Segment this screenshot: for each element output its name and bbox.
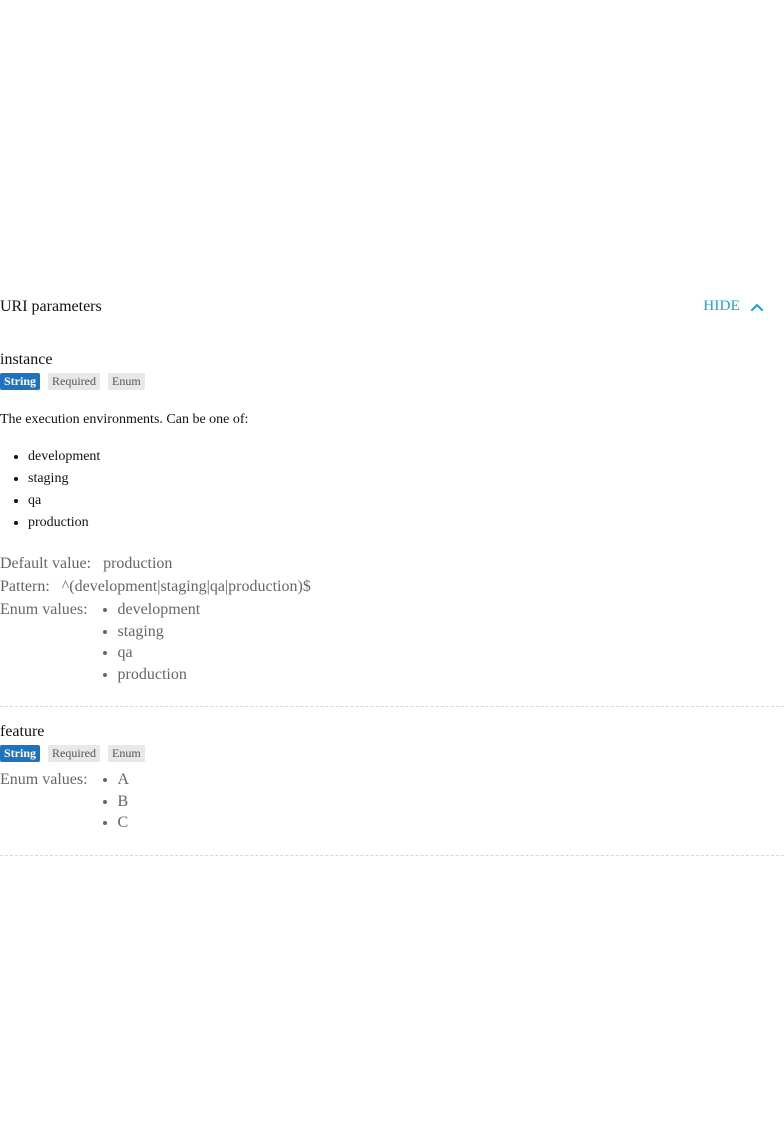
required-badge: Required bbox=[48, 745, 101, 762]
required-badge: Required bbox=[48, 373, 101, 390]
enum-values-row: Enum values: development staging qa prod… bbox=[0, 598, 784, 684]
list-item: production bbox=[118, 663, 201, 685]
pattern-label: Pattern: bbox=[0, 578, 50, 595]
section-title: URI parameters bbox=[0, 298, 102, 315]
description-list: development staging qa production bbox=[0, 446, 784, 534]
default-value: production bbox=[103, 555, 173, 572]
enum-values-label: Enum values: bbox=[0, 771, 88, 788]
list-item: staging bbox=[28, 468, 784, 490]
list-item: production bbox=[28, 512, 784, 534]
list-item: development bbox=[28, 446, 784, 468]
param-badges: String Required Enum bbox=[0, 373, 784, 390]
type-badge: String bbox=[0, 373, 41, 390]
section-header: URI parameters HIDE bbox=[0, 290, 784, 326]
param-badges: String Required Enum bbox=[0, 745, 784, 762]
param-feature: feature String Required Enum Enum values… bbox=[0, 722, 784, 856]
param-instance: instance String Required Enum The execut… bbox=[0, 350, 784, 707]
uri-parameters-section: URI parameters HIDE instance String Requ… bbox=[0, 290, 784, 856]
list-item: development bbox=[118, 598, 201, 620]
toggle-label: HIDE bbox=[703, 298, 740, 314]
enum-values-list: development staging qa production bbox=[88, 598, 201, 684]
pattern-row: Pattern: ^(development|staging|qa|produc… bbox=[0, 575, 784, 598]
type-badge: String bbox=[0, 745, 41, 762]
param-properties: Default value: production Pattern: ^(dev… bbox=[0, 552, 784, 684]
param-description: The execution environments. Can be one o… bbox=[0, 412, 249, 427]
chevron-up-icon bbox=[751, 303, 763, 311]
list-item: staging bbox=[118, 620, 201, 642]
list-item: B bbox=[118, 790, 130, 812]
list-item: C bbox=[118, 811, 130, 833]
list-item: qa bbox=[28, 490, 784, 512]
default-value-row: Default value: production bbox=[0, 552, 784, 575]
param-properties: Enum values: A B C bbox=[0, 768, 784, 833]
enum-values-label: Enum values: bbox=[0, 601, 88, 618]
enum-values-row: Enum values: A B C bbox=[0, 768, 784, 833]
enum-badge: Enum bbox=[108, 373, 145, 390]
default-value-label: Default value: bbox=[0, 555, 92, 572]
list-item: qa bbox=[118, 641, 201, 663]
pattern-value: ^(development|staging|qa|production)$ bbox=[61, 578, 311, 595]
param-name: feature bbox=[0, 723, 45, 740]
hide-toggle-button[interactable]: HIDE bbox=[703, 298, 764, 315]
param-name: instance bbox=[0, 351, 53, 368]
enum-values-list: A B C bbox=[88, 768, 130, 833]
enum-badge: Enum bbox=[108, 745, 145, 762]
list-item: A bbox=[118, 768, 130, 790]
